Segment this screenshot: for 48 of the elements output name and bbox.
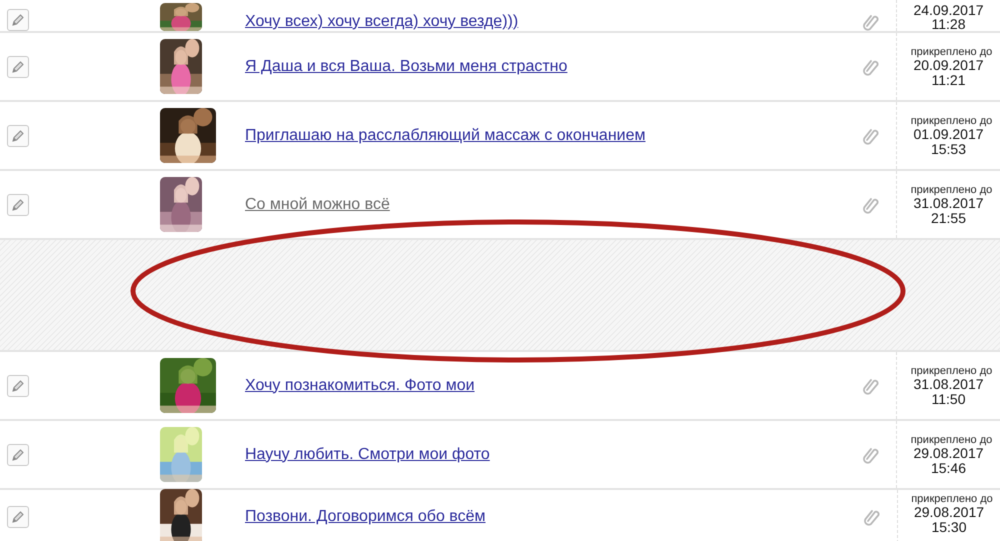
paperclip-icon[interactable] — [862, 376, 880, 394]
pinned-date: 31.08.2017 — [913, 376, 984, 392]
paperclip-icon[interactable] — [862, 196, 880, 214]
edit-button[interactable] — [7, 124, 29, 146]
pinned-date: 24.09.2017 — [913, 3, 984, 17]
edit-button[interactable] — [7, 506, 29, 528]
listing-title-link[interactable]: Я Даша и вся Ваша. Возьми меня страстно — [245, 58, 568, 74]
pinned-date: 31.08.2017 — [913, 196, 984, 210]
edit-button[interactable] — [7, 9, 29, 31]
edit-button[interactable] — [7, 194, 29, 216]
listing-title-link[interactable]: Со мной можно всё — [245, 196, 390, 212]
pinned-time: 11:28 — [932, 17, 966, 31]
pencil-icon — [11, 510, 25, 524]
listing-title-link[interactable]: Хочу всех) хочу всегда) хочу везде))) — [245, 13, 518, 30]
paperclip-icon[interactable] — [862, 13, 880, 31]
pinned-date: 29.08.2017 — [913, 446, 984, 460]
edit-button[interactable] — [7, 444, 29, 466]
pinned-time: 15:46 — [930, 460, 966, 476]
listing-title-link[interactable]: Хочу познакомиться. Фото мои — [245, 376, 475, 394]
pinned-date: 20.09.2017 — [913, 58, 984, 72]
paperclip-icon[interactable] — [863, 508, 881, 526]
pinned-until-label: прикреплено до — [910, 434, 992, 446]
pencil-icon — [11, 198, 25, 212]
pencil-icon — [11, 448, 25, 462]
paperclip-icon[interactable] — [862, 446, 880, 464]
pencil-icon — [11, 128, 25, 142]
pinned-until-label: прикреплено до — [911, 493, 993, 505]
pencil-icon — [11, 60, 25, 74]
paperclip-icon[interactable] — [862, 126, 880, 144]
pinned-date: 29.08.2017 — [914, 505, 984, 520]
listing-title-link[interactable]: Позвони. Договоримся обо всём — [245, 508, 486, 524]
pinned-time: 21:55 — [930, 210, 966, 226]
pinned-until-label: прикреплено до — [910, 184, 992, 196]
pinned-time: 15:30 — [931, 520, 967, 535]
edit-button[interactable] — [7, 374, 29, 396]
pinned-until-label: прикреплено до — [910, 46, 992, 58]
listing-title-link[interactable]: Научу любить. Смотри мои фото — [245, 446, 490, 462]
pinned-until-label: прикреплено до — [910, 114, 992, 126]
pencil-icon — [11, 13, 25, 27]
pinned-time: 15:53 — [930, 142, 966, 156]
pinned-time: 11:50 — [932, 392, 966, 406]
edit-button[interactable] — [7, 56, 29, 78]
pinned-time: 11:21 — [932, 72, 966, 88]
pinned-date: 01.09.2017 — [913, 126, 984, 142]
listing-title-link[interactable]: Приглашаю на расслабляющий массаж с окончанием — [245, 126, 646, 144]
paperclip-icon[interactable] — [862, 58, 880, 76]
pencil-icon — [11, 378, 25, 392]
pinned-until-label: прикреплено до — [910, 364, 992, 376]
